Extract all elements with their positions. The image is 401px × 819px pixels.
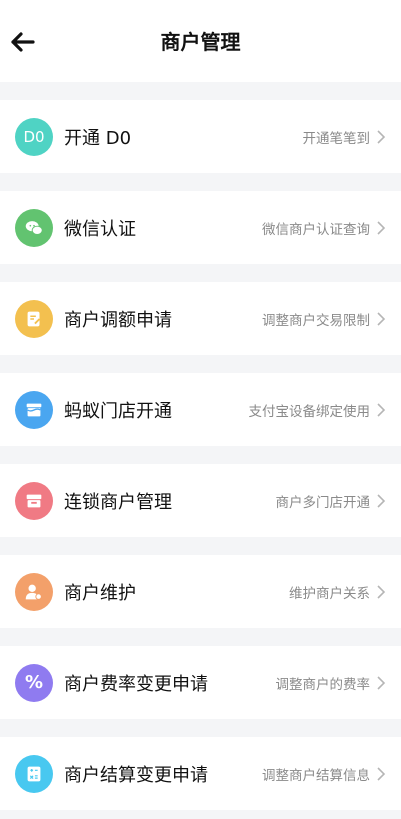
chevron-right-icon: [377, 220, 386, 235]
d0-icon: D0: [15, 117, 53, 156]
chevron-right-icon: [377, 584, 386, 599]
store-icon: [15, 390, 53, 429]
menu-item-label: 商户费率变更申请: [64, 673, 208, 695]
menu-item-desc: 调整商户的费率: [275, 676, 371, 693]
menu-item-label: 蚂蚁门店开通: [64, 400, 172, 422]
d0-icon-text: D0: [23, 127, 45, 146]
menu-item-wechat-auth[interactable]: 微信认证 微信商户认证查询: [0, 191, 401, 264]
wechat-icon: [15, 208, 53, 247]
menu-item-label: 商户调额申请: [64, 309, 172, 331]
menu-item-maintain[interactable]: 商户维护 维护商户关系: [0, 555, 401, 628]
chevron-right-icon: [377, 311, 386, 326]
menu-item-rate-change[interactable]: % 商户费率变更申请 调整商户的费率: [0, 646, 401, 719]
menu-item-limit-adjust[interactable]: 商户调额申请 调整商户交易限制: [0, 282, 401, 355]
chevron-right-icon: [377, 766, 386, 781]
menu-item-label: 微信认证: [64, 218, 136, 240]
menu-item-label: 开通 D0: [64, 127, 132, 149]
percent-icon-text: %: [24, 672, 44, 693]
chevron-right-icon: [377, 402, 386, 417]
chain-store-icon: [15, 481, 53, 520]
chevron-right-icon: [377, 493, 386, 508]
edit-document-icon: [15, 299, 53, 338]
settlement-icon: [15, 754, 53, 793]
chevron-right-icon: [377, 129, 386, 144]
menu-item-desc: 支付宝设备绑定使用: [248, 403, 371, 420]
menu-item-desc: 商户多门店开通: [275, 494, 371, 511]
menu-item-settlement-change[interactable]: 商户结算变更申请 调整商户结算信息: [0, 737, 401, 810]
menu-list: D0 开通 D0 开通笔笔到 微信认证 微信商户认证查询 商户调额申请 调整商户…: [0, 100, 401, 810]
menu-item-desc: 维护商户关系: [289, 585, 370, 602]
menu-item-desc: 调整商户交易限制: [262, 312, 370, 329]
menu-item-chain-store[interactable]: 连锁商户管理 商户多门店开通: [0, 464, 401, 537]
percent-icon: %: [15, 663, 53, 702]
menu-item-ant-store[interactable]: 蚂蚁门店开通 支付宝设备绑定使用: [0, 373, 401, 446]
menu-item-desc: 开通笔笔到: [302, 130, 371, 147]
menu-item-desc: 微信商户认证查询: [262, 221, 370, 238]
menu-item-label: 商户维护: [64, 582, 136, 604]
menu-item-label: 连锁商户管理: [64, 491, 172, 513]
chevron-right-icon: [377, 675, 386, 690]
header-bar: 商户管理: [0, 0, 401, 82]
menu-item-d0[interactable]: D0 开通 D0 开通笔笔到: [0, 100, 401, 173]
menu-item-label: 商户结算变更申请: [64, 764, 208, 786]
menu-item-desc: 调整商户结算信息: [262, 767, 370, 784]
user-maintain-icon: [15, 572, 53, 611]
page-title: 商户管理: [160, 30, 241, 54]
